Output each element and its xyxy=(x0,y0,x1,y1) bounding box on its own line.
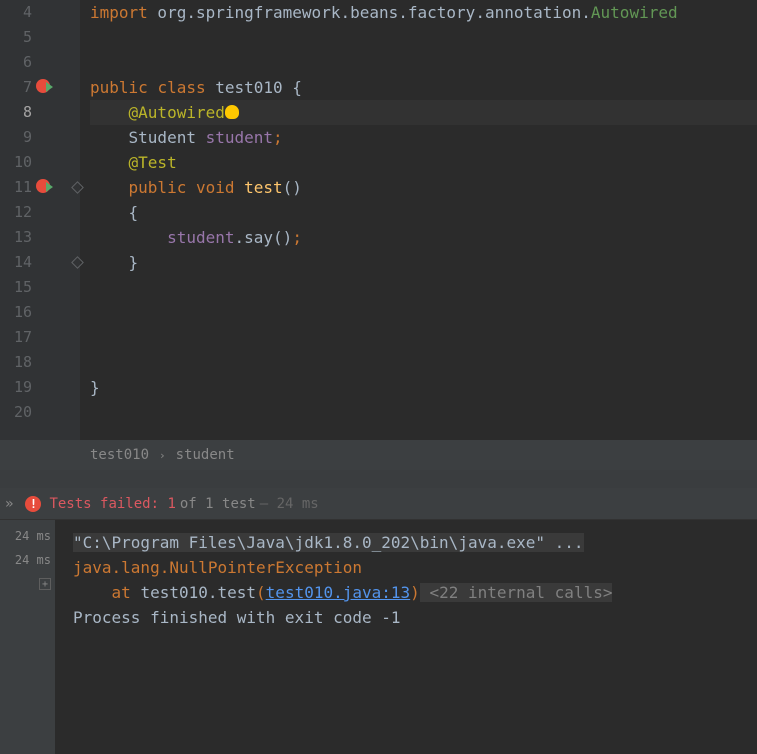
code-line xyxy=(90,25,757,50)
line-number: 17 xyxy=(0,325,80,350)
line-number: 16 xyxy=(0,300,80,325)
console-output[interactable]: "C:\Program Files\Java\jdk1.8.0_202\bin\… xyxy=(55,520,757,754)
code-line: Student student; xyxy=(90,125,757,150)
code-line: { xyxy=(90,200,757,225)
line-number: 14 xyxy=(0,250,80,275)
line-number: 6 xyxy=(0,50,80,75)
code-line xyxy=(90,50,757,75)
code-line xyxy=(90,350,757,375)
line-number: 11 xyxy=(0,175,80,200)
intention-bulb-icon[interactable] xyxy=(225,105,239,119)
code-line: student.say(); xyxy=(90,225,757,250)
line-number: 18 xyxy=(0,350,80,375)
breadcrumb-separator-icon: › xyxy=(159,449,166,462)
code-line: @Test xyxy=(90,150,757,175)
code-line: public void test() xyxy=(90,175,757,200)
line-number: 12 xyxy=(0,200,80,225)
console-line: Process finished with exit code -1 xyxy=(73,605,739,630)
chevron-icon[interactable]: » xyxy=(5,496,13,512)
gutter: 4 5 6 7 8 9 10 11 12 13 14 15 16 1 xyxy=(0,0,80,440)
test-time-item[interactable]: 24 ms xyxy=(0,524,55,548)
code-line: import org.springframework.beans.factory… xyxy=(90,0,757,25)
test-time-label: – 24 ms xyxy=(260,496,319,512)
expand-icon[interactable]: + xyxy=(39,578,51,590)
line-number: 4 xyxy=(0,0,80,25)
test-time-item[interactable]: 24 ms xyxy=(0,548,55,572)
console-area: 24 ms 24 ms + "C:\Program Files\Java\jdk… xyxy=(0,520,757,754)
line-number: 7 xyxy=(0,75,80,100)
run-test-icon[interactable] xyxy=(36,79,54,97)
code-content[interactable]: import org.springframework.beans.factory… xyxy=(86,0,757,440)
line-number: 10 xyxy=(0,150,80,175)
line-number: 20 xyxy=(0,400,80,425)
code-line: } xyxy=(90,250,757,275)
line-number: 15 xyxy=(0,275,80,300)
line-number: 13 xyxy=(0,225,80,250)
code-line: public class test010 { xyxy=(90,75,757,100)
line-number: 8 xyxy=(0,100,80,125)
code-line xyxy=(90,400,757,425)
code-line: @Autowired xyxy=(90,100,757,125)
line-number: 19 xyxy=(0,375,80,400)
breadcrumb-item[interactable]: student xyxy=(176,447,235,463)
stack-trace-link[interactable]: test010.java:13 xyxy=(266,583,411,602)
code-line xyxy=(90,300,757,325)
run-test-icon[interactable] xyxy=(36,179,54,197)
console-line: "C:\Program Files\Java\jdk1.8.0_202\bin\… xyxy=(73,530,739,555)
line-number: 9 xyxy=(0,125,80,150)
test-tree[interactable]: 24 ms 24 ms + xyxy=(0,520,55,754)
line-number: 5 xyxy=(0,25,80,50)
error-icon: ! xyxy=(25,496,41,512)
breadcrumb[interactable]: test010 › student xyxy=(0,440,757,470)
code-line: } xyxy=(90,375,757,400)
test-count-label: of 1 test xyxy=(180,496,256,512)
console-line: at test010.test(test010.java:13) <22 int… xyxy=(73,580,739,605)
code-line xyxy=(90,275,757,300)
code-editor[interactable]: 4 5 6 7 8 9 10 11 12 13 14 15 16 1 xyxy=(0,0,757,440)
test-result-header: » ! Tests failed: 1 of 1 test – 24 ms xyxy=(0,488,757,520)
tests-failed-label: Tests failed: 1 xyxy=(49,496,175,512)
breadcrumb-item[interactable]: test010 xyxy=(90,447,149,463)
code-line xyxy=(90,325,757,350)
console-line: java.lang.NullPointerException xyxy=(73,555,739,580)
status-separator xyxy=(0,470,757,488)
